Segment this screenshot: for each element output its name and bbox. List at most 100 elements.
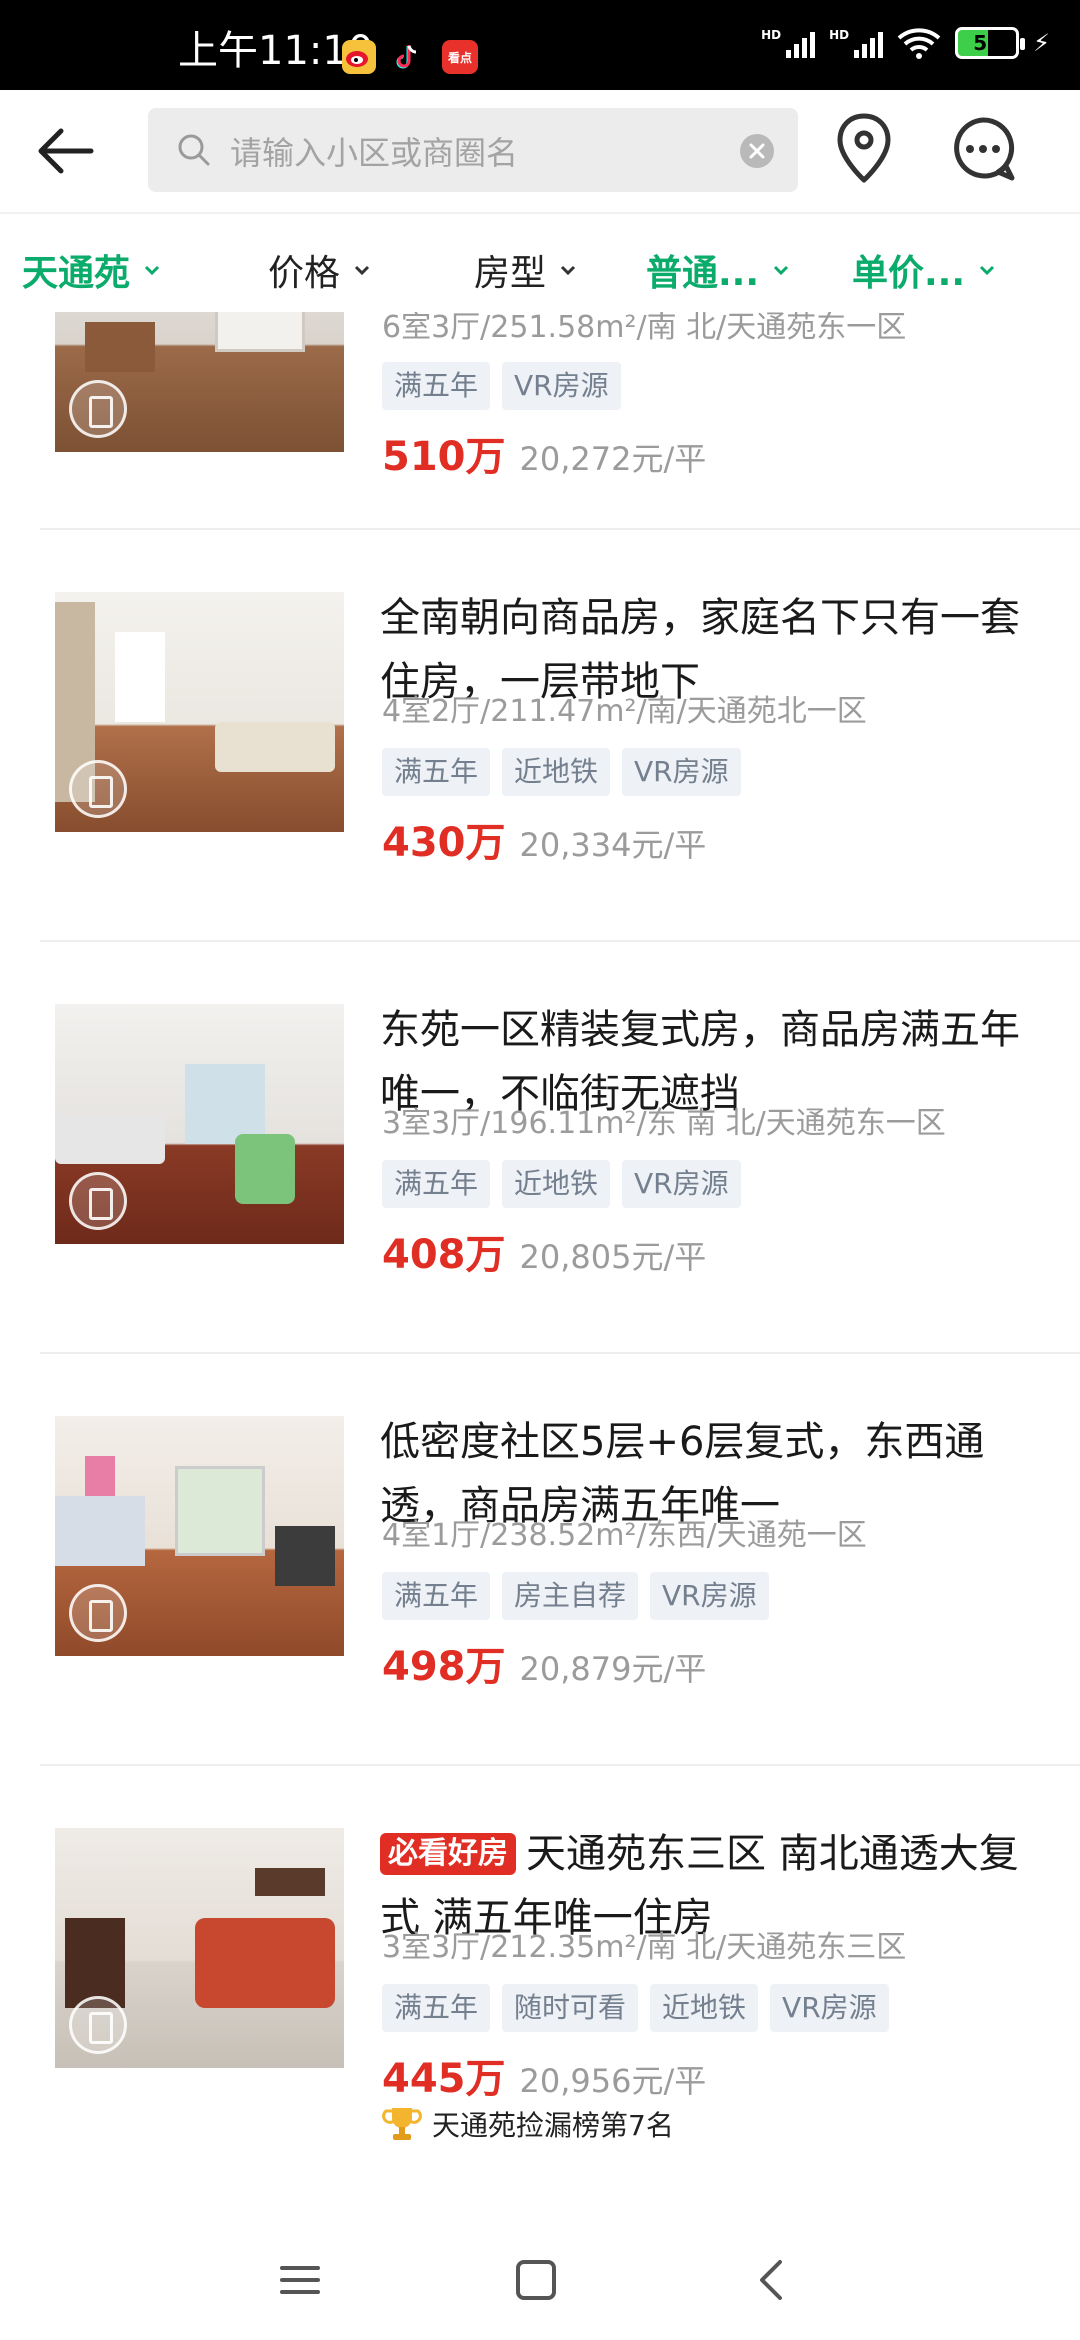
filter-price[interactable]: 价格 bbox=[268, 244, 370, 296]
search-icon bbox=[178, 134, 210, 166]
price-row: 430万 20,334元/平 bbox=[382, 810, 706, 868]
price-row: 408万 20,805元/平 bbox=[382, 1222, 706, 1280]
system-back-button[interactable] bbox=[744, 2252, 800, 2308]
tag-list: 满五年 VR房源 bbox=[382, 362, 621, 410]
listing-photo bbox=[55, 312, 344, 452]
filter-area-label: 天通苑 bbox=[22, 253, 131, 294]
tag: VR房源 bbox=[502, 362, 621, 410]
battery-level: 52 bbox=[973, 31, 1002, 55]
tag: VR房源 bbox=[622, 1160, 741, 1208]
signal-2-icon: HD bbox=[829, 28, 884, 58]
tag: 近地铁 bbox=[502, 1160, 611, 1208]
unit-price: 20,805元/平 bbox=[519, 1238, 707, 1276]
tag-list: 满五年 随时可看 近地铁 VR房源 bbox=[382, 1984, 889, 2032]
filter-unit-price[interactable]: 单价... bbox=[852, 244, 995, 296]
tag: 满五年 bbox=[382, 1572, 491, 1620]
listing-photo bbox=[55, 1416, 344, 1656]
home-button[interactable] bbox=[508, 2252, 564, 2308]
back-arrow-icon bbox=[38, 128, 94, 174]
tag-list: 满五年 近地铁 VR房源 bbox=[382, 1160, 741, 1208]
total-price: 498万 bbox=[382, 1644, 506, 1690]
listing-photo bbox=[55, 1004, 344, 1244]
unit-price: 20,334元/平 bbox=[519, 826, 707, 864]
charging-icon: ⚡ bbox=[1033, 29, 1050, 57]
tag: 近地铁 bbox=[502, 748, 611, 796]
unit-price: 20,879元/平 bbox=[519, 1650, 707, 1688]
kandian-icon: 看点 bbox=[442, 40, 478, 74]
listing-item[interactable]: 必看好房 天通苑东三区 南北通透大复式 满五年唯一住房 3室3厅/212.35m²… bbox=[0, 1766, 1080, 2206]
chevron-down-icon bbox=[144, 265, 160, 275]
price-row: 510万 20,272元/平 bbox=[382, 424, 706, 482]
unit-price: 20,956元/平 bbox=[519, 2062, 707, 2100]
chevron-down-icon bbox=[979, 265, 995, 275]
tag: 房主自荐 bbox=[502, 1572, 639, 1620]
chevron-down-icon bbox=[773, 265, 789, 275]
vr-icon bbox=[69, 380, 127, 438]
total-price: 510万 bbox=[382, 434, 506, 480]
listing-item[interactable]: 东苑一区精装复式房，商品房满五年唯一，不临街无遮挡 3室3厅/196.11m²/… bbox=[0, 942, 1080, 1352]
unit-price: 20,272元/平 bbox=[519, 440, 707, 478]
listing-meta: 4室2厅/211.47m²/南/天通苑北一区 bbox=[382, 694, 867, 729]
search-header: 请输入小区或商圈名 bbox=[0, 90, 1080, 212]
trophy-icon bbox=[382, 2108, 422, 2140]
filter-layout[interactable]: 房型 bbox=[474, 244, 576, 296]
filter-type[interactable]: 普通... bbox=[646, 244, 789, 296]
back-button[interactable] bbox=[30, 116, 100, 186]
status-bar: 上午11:10 看点 HD HD 52 ⚡ bbox=[0, 0, 1080, 90]
tag: VR房源 bbox=[770, 1984, 889, 2032]
system-nav-bar bbox=[0, 2212, 1080, 2340]
filter-layout-label: 房型 bbox=[474, 253, 547, 294]
must-see-badge: 必看好房 bbox=[380, 1833, 516, 1875]
home-square-icon bbox=[516, 2260, 556, 2300]
vr-icon bbox=[69, 760, 127, 818]
chat-bubble-icon bbox=[954, 117, 1015, 181]
chevron-down-icon bbox=[560, 265, 576, 275]
search-input[interactable]: 请输入小区或商圈名 bbox=[148, 108, 798, 192]
tag: 满五年 bbox=[382, 362, 491, 410]
vr-icon bbox=[69, 1584, 127, 1642]
listing-meta: 6室3厅/251.58m²/南 北/天通苑东一区 bbox=[382, 312, 907, 345]
vr-icon bbox=[69, 1996, 127, 2054]
signal-1-icon: HD bbox=[761, 28, 816, 58]
filter-area[interactable]: 天通苑 bbox=[22, 244, 160, 296]
search-placeholder: 请输入小区或商圈名 bbox=[230, 134, 519, 172]
filter-bar: 天通苑 价格 房型 普通... 单价... bbox=[0, 212, 1080, 312]
kandian-label: 看点 bbox=[447, 50, 472, 65]
listing-list: 6室3厅/251.58m²/南 北/天通苑东一区 满五年 VR房源 510万 2… bbox=[0, 312, 1080, 2212]
tag: 随时可看 bbox=[502, 1984, 639, 2032]
listing-photo bbox=[55, 1828, 344, 2068]
tag: VR房源 bbox=[622, 748, 741, 796]
back-chevron-icon bbox=[760, 2260, 782, 2300]
filter-price-label: 价格 bbox=[268, 253, 341, 294]
listing-item[interactable]: 6室3厅/251.58m²/南 北/天通苑东一区 满五年 VR房源 510万 2… bbox=[0, 312, 1080, 512]
menu-icon bbox=[280, 2266, 320, 2294]
battery-icon: 52 bbox=[955, 27, 1026, 59]
location-button[interactable] bbox=[832, 110, 896, 190]
price-row: 445万 20,956元/平 bbox=[382, 2046, 706, 2104]
total-price: 430万 bbox=[382, 820, 506, 866]
total-price: 408万 bbox=[382, 1232, 506, 1278]
vr-icon bbox=[69, 1172, 127, 1230]
tag: VR房源 bbox=[650, 1572, 769, 1620]
total-price: 445万 bbox=[382, 2056, 506, 2102]
status-indicators: HD HD 52 ⚡ bbox=[761, 26, 1050, 60]
tag-list: 满五年 近地铁 VR房源 bbox=[382, 748, 741, 796]
tag: 满五年 bbox=[382, 748, 491, 796]
filter-type-label: 普通... bbox=[646, 253, 760, 294]
tiktok-icon bbox=[390, 40, 424, 74]
rank-text: 天通苑捡漏榜第7名 bbox=[432, 2109, 674, 2142]
listing-meta: 4室1厅/238.52m²/东西/天通苑一区 bbox=[382, 1518, 867, 1553]
clear-icon[interactable] bbox=[740, 134, 774, 168]
chevron-down-icon bbox=[354, 265, 370, 275]
wifi-icon bbox=[897, 28, 941, 59]
listing-item[interactable]: 全南朝向商品房，家庭名下只有一套住房，一层带地下 4室2厅/211.47m²/南… bbox=[0, 530, 1080, 940]
message-button[interactable] bbox=[948, 114, 1018, 184]
listing-item[interactable]: 低密度社区5层+6层复式，东西通透，商品房满五年唯一 4室1厅/238.52m²… bbox=[0, 1354, 1080, 1764]
tag-list: 满五年 房主自荐 VR房源 bbox=[382, 1572, 769, 1620]
rank-row[interactable]: 天通苑捡漏榜第7名 bbox=[382, 2104, 674, 2144]
weibo-icon bbox=[342, 40, 376, 74]
price-row: 498万 20,879元/平 bbox=[382, 1634, 706, 1692]
menu-button[interactable] bbox=[272, 2252, 328, 2308]
listing-meta: 3室3厅/196.11m²/东 南 北/天通苑东一区 bbox=[382, 1106, 946, 1141]
filter-unit-price-label: 单价... bbox=[852, 253, 966, 294]
